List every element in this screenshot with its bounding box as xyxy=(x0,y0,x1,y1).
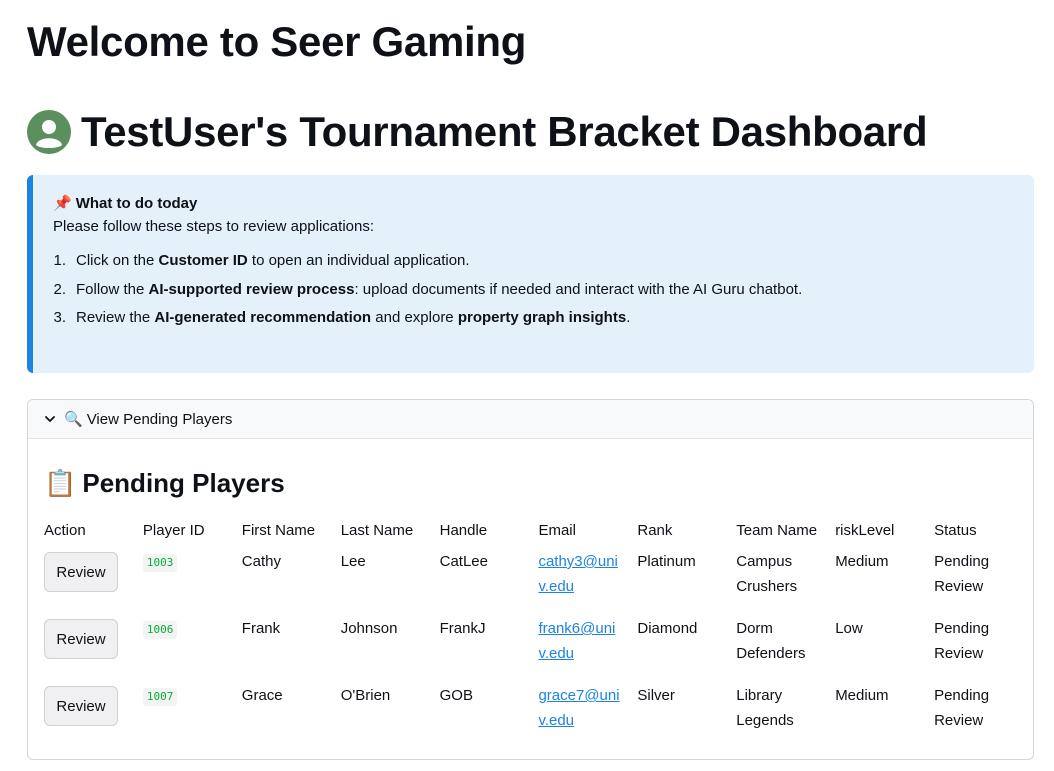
column-header: Rank xyxy=(637,521,673,539)
last-name-cell: Johnson xyxy=(340,620,398,637)
first-name-cell: Grace xyxy=(241,687,283,704)
handle-cell: GOB xyxy=(439,687,473,704)
pending-players-heading-text: Pending Players xyxy=(82,468,285,498)
steps-list: 1. Click on the Customer ID to open an i… xyxy=(53,251,1034,337)
last-name-cell: O'Brien xyxy=(340,687,391,704)
review-button[interactable]: Review xyxy=(44,619,118,659)
table-row: Review 1003 Cathy Lee CatLee cathy3@uni v… xyxy=(44,543,1033,610)
column-header: Action xyxy=(44,521,86,539)
dashboard-title: TestUser's Tournament Bracket Dashboard xyxy=(27,106,928,158)
email-link[interactable]: frank6@uni v.edu xyxy=(538,620,615,662)
step-number: 2. xyxy=(53,280,66,298)
rank-cell: Platinum xyxy=(637,553,696,570)
email-link[interactable]: cathy3@uni v.edu xyxy=(538,553,617,595)
page-title: Welcome to Seer Gaming xyxy=(27,18,527,65)
column-header: Handle xyxy=(439,521,488,539)
column-header: Team Name xyxy=(736,521,818,539)
step-number: 3. xyxy=(53,309,66,326)
risk-level-cell: Medium xyxy=(835,553,889,570)
team-name-cell: Campus Crushers xyxy=(736,553,798,595)
column-header: Status xyxy=(934,521,977,539)
step-number: 1. xyxy=(53,252,66,269)
last-name-cell: Lee xyxy=(340,553,366,570)
info-heading: 📌 What to do today xyxy=(53,193,1034,213)
step-item: 1. Click on the Customer ID to open an i… xyxy=(53,251,1034,280)
step-text: Review the AI-generated recommendation a… xyxy=(76,309,631,326)
table-row: Review 1007 Grace O'Brien GOB grace7@uni… xyxy=(44,677,1033,744)
column-header: Last Name xyxy=(340,521,414,539)
review-button[interactable]: Review xyxy=(44,686,118,726)
expander-label: 🔍 View Pending Players xyxy=(64,410,233,429)
first-name-cell: Cathy xyxy=(241,553,281,570)
rank-cell: Diamond xyxy=(637,620,698,637)
step-item: 3. Review the AI-generated recommendatio… xyxy=(53,308,1034,337)
expander-label-text: View Pending Players xyxy=(86,410,233,428)
pending-players-table: Action Player ID First Name Last Name Ha… xyxy=(44,517,1033,744)
pushpin-icon: 📌 xyxy=(53,195,72,212)
email-link[interactable]: grace7@uni v.edu xyxy=(538,687,619,729)
team-name-cell: Dorm Defenders xyxy=(736,620,806,662)
table-header-row: Action Player ID First Name Last Name Ha… xyxy=(44,517,1033,543)
info-intro: Please follow these steps to review appl… xyxy=(53,218,375,235)
step-text: Click on the Customer ID to open an indi… xyxy=(76,252,470,269)
column-header: Email xyxy=(538,521,576,539)
team-name-cell: Library Legends xyxy=(736,687,794,729)
risk-level-cell: Low xyxy=(835,620,863,637)
expander-toggle[interactable]: 🔍 View Pending Players xyxy=(28,400,1033,439)
clipboard-icon: 📋 xyxy=(44,468,77,498)
table-row: Review 1006 Frank Johnson FrankJ frank6@… xyxy=(44,610,1033,677)
player-id: 1007 xyxy=(142,688,178,706)
player-id: 1003 xyxy=(142,554,178,572)
first-name-cell: Frank xyxy=(241,620,281,637)
chevron-down-icon xyxy=(45,416,55,422)
handle-cell: FrankJ xyxy=(439,620,486,637)
status-cell: Pending Review xyxy=(934,620,990,662)
handle-cell: CatLee xyxy=(439,553,488,570)
review-button[interactable]: Review xyxy=(44,552,118,592)
dashboard-title-text: TestUser's Tournament Bracket Dashboard xyxy=(81,108,928,155)
column-header: Player ID xyxy=(142,521,205,539)
user-avatar-icon xyxy=(27,110,71,154)
info-callout: 📌 What to do today Please follow these s… xyxy=(27,175,1034,373)
status-cell: Pending Review xyxy=(934,553,990,595)
column-header: First Name xyxy=(241,521,316,539)
column-header: riskLevel xyxy=(835,521,895,539)
pending-players-heading: 📋 Pending Players xyxy=(44,468,285,499)
magnifying-glass-icon: 🔍 xyxy=(64,411,83,428)
risk-level-cell: Medium xyxy=(835,687,889,704)
step-text: Follow the AI-supported review process: … xyxy=(76,280,803,298)
player-id: 1006 xyxy=(142,621,178,639)
rank-cell: Silver xyxy=(637,687,675,704)
status-cell: Pending Review xyxy=(934,687,990,729)
info-heading-text: What to do today xyxy=(75,194,198,212)
step-item: 2. Follow the AI-supported review proces… xyxy=(53,280,1034,309)
pending-players-expander: 🔍 View Pending Players 📋 Pending Players… xyxy=(27,399,1034,760)
